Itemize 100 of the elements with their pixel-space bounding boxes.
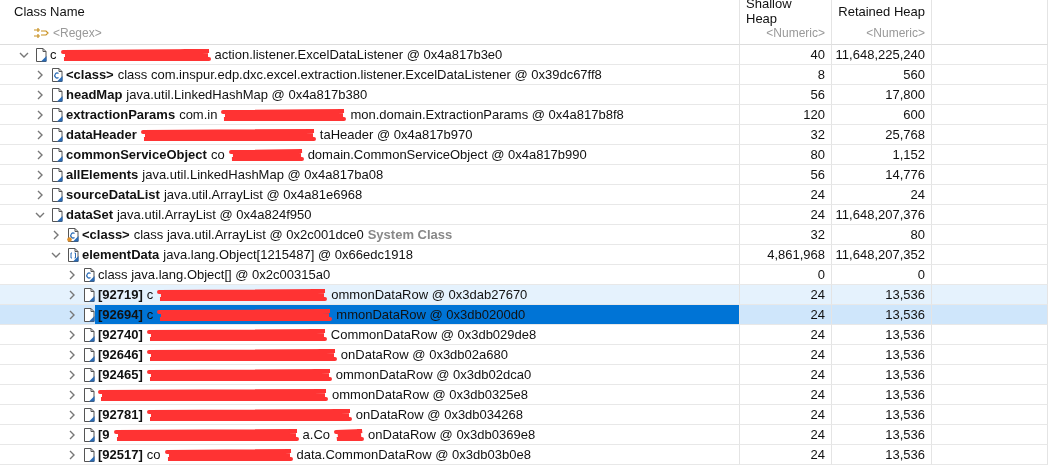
shallow-heap-cell: 120 bbox=[740, 105, 832, 125]
shallow-heap-cell: 24 bbox=[740, 385, 832, 405]
shallow-heap-cell: 24 bbox=[740, 445, 832, 465]
field-name: dataSet bbox=[66, 207, 113, 222]
field-name: [92719] bbox=[98, 287, 143, 302]
tree-row[interactable]: [92517] co data.CommonDataRow @ 0x3db03b0e8 bbox=[0, 445, 740, 465]
retained-heap-cell: 11,648,207,376 bbox=[832, 205, 932, 225]
tree-row[interactable]: <class> class com.inspur.edp.dxc.excel.extraction.listener.ExcelDataListener @ 0x39dc67ff8 bbox=[0, 65, 740, 85]
tree-row[interactable]: [92781] onDataRow @ 0x3db034268 bbox=[0, 405, 740, 425]
object-text: co bbox=[210, 147, 225, 162]
expand-chevron-icon[interactable] bbox=[67, 309, 77, 320]
document-icon bbox=[83, 367, 95, 382]
tree-row[interactable]: [92465] ommonDataRow @ 0x3db02dca0 bbox=[0, 365, 740, 385]
object-text: com.in bbox=[179, 107, 218, 122]
object-text: onDataRow @ 0x3db02a680 bbox=[340, 347, 508, 362]
expand-chevron-icon[interactable] bbox=[67, 289, 77, 300]
retained-heap-cell: 13,536 bbox=[832, 285, 932, 305]
object-text: java.util.LinkedHashMap @ 0x4a817ba08 bbox=[142, 167, 384, 182]
shallow-heap-cell: 24 bbox=[740, 365, 832, 385]
field-name: [92740] bbox=[98, 327, 143, 342]
tree-row[interactable]: elementData java.lang.Object[1215487] @ 0x66edc1918 bbox=[0, 245, 740, 265]
class-icon bbox=[51, 67, 63, 82]
field-name: commonServiceObject bbox=[66, 147, 207, 162]
expand-chevron-icon[interactable] bbox=[35, 169, 45, 180]
object-text: class com.inspur.edp.dxc.excel.extraction.listener.ExcelDataListener @ 0x39dc67ff8 bbox=[117, 67, 602, 82]
tree-row[interactable]: dataHeader taHeader @ 0x4a817b970 bbox=[0, 125, 740, 145]
tree-row[interactable]: <class> class java.util.ArrayList @ 0x2c001dce0 System Class bbox=[0, 225, 740, 245]
shallow-heap-cell: 24 bbox=[740, 405, 832, 425]
expand-chevron-icon[interactable] bbox=[67, 389, 77, 400]
field-name: [92465] bbox=[98, 367, 143, 382]
retained-heap-cell: 13,536 bbox=[832, 385, 932, 405]
expand-chevron-icon[interactable] bbox=[67, 449, 77, 460]
expand-chevron-icon[interactable] bbox=[35, 69, 45, 80]
expand-chevron-icon[interactable] bbox=[35, 129, 45, 140]
field-name: <class> bbox=[66, 67, 114, 82]
expand-chevron-icon[interactable] bbox=[67, 349, 77, 360]
shallow-heap-cell: 32 bbox=[740, 225, 832, 245]
expand-chevron-icon[interactable] bbox=[67, 329, 77, 340]
shallow-heap-cell: 80 bbox=[740, 145, 832, 165]
column-header[interactable]: Retained Heap bbox=[832, 0, 932, 22]
expand-chevron-icon[interactable] bbox=[35, 89, 45, 100]
retained-heap-cell: 13,536 bbox=[832, 365, 932, 385]
filter-icon bbox=[33, 26, 49, 40]
expand-chevron-icon[interactable] bbox=[67, 269, 77, 280]
object-text: taHeader @ 0x4a817b970 bbox=[319, 127, 473, 142]
tree-row[interactable]: dataSet java.util.ArrayList @ 0x4a824f950 bbox=[0, 205, 740, 225]
column-header[interactable]: Class Name bbox=[0, 0, 740, 22]
shallow-heap-cell: 24 bbox=[740, 285, 832, 305]
retained-heap-cell: 13,536 bbox=[832, 305, 932, 325]
class-icon bbox=[67, 227, 79, 242]
object-text: mmonDataRow @ 0x3db0200d0 bbox=[336, 307, 526, 322]
tree-row[interactable]: class java.lang.Object[] @ 0x2c00315a0 bbox=[0, 265, 740, 285]
expand-chevron-icon[interactable] bbox=[35, 149, 45, 160]
retained-heap-cell: 11,648,225,240 bbox=[832, 45, 932, 65]
tree-row[interactable]: [92646] onDataRow @ 0x3db02a680 bbox=[0, 345, 740, 365]
document-icon bbox=[51, 87, 63, 102]
object-text: ommonDataRow @ 0x3db0325e8 bbox=[332, 387, 529, 402]
tree-row[interactable]: [92719] c ommonDataRow @ 0x3dab27670 bbox=[0, 285, 740, 305]
document-icon bbox=[83, 447, 95, 462]
expand-chevron-icon[interactable] bbox=[51, 229, 61, 240]
retained-heap-cell: 80 bbox=[832, 225, 932, 245]
shallow-heap-cell: 24 bbox=[740, 205, 832, 225]
class-icon bbox=[83, 267, 95, 282]
tree-row[interactable]: headMap java.util.LinkedHashMap @ 0x4a817b380 bbox=[0, 85, 740, 105]
object-text: CommonDataRow @ 0x3db029de8 bbox=[330, 327, 537, 342]
tree-row[interactable]: ommonDataRow @ 0x3db0325e8 bbox=[0, 385, 740, 405]
shallow-heap-cell: 8 bbox=[740, 65, 832, 85]
expand-chevron-icon[interactable] bbox=[67, 429, 77, 440]
expand-chevron-icon[interactable] bbox=[67, 369, 77, 380]
shallow-heap-cell: 32 bbox=[740, 125, 832, 145]
retained-heap-cell: 0 bbox=[832, 265, 932, 285]
expand-chevron-icon[interactable] bbox=[35, 109, 45, 120]
field-name: allElements bbox=[66, 167, 139, 182]
expand-chevron-icon[interactable] bbox=[67, 409, 77, 420]
field-name: [92694] bbox=[98, 307, 143, 322]
document-icon bbox=[51, 147, 63, 162]
object-text: data.CommonDataRow @ 0x3db03b0e8 bbox=[296, 447, 531, 462]
object-text: mon.domain.ExtractionParams @ 0x4a817b8f8 bbox=[350, 107, 624, 122]
object-text: action.listener.ExcelDataListener @ 0x4a817b3e0 bbox=[214, 47, 503, 62]
tree-row[interactable]: commonServiceObject co domain.CommonServiceObject @ 0x4a817b990 bbox=[0, 145, 740, 165]
field-name: extractionParams bbox=[66, 107, 176, 122]
tree-row[interactable]: [92694] c mmonDataRow @ 0x3db0200d0 bbox=[0, 305, 740, 325]
document-icon bbox=[35, 47, 47, 62]
document-icon bbox=[51, 207, 63, 222]
tree-row[interactable]: c action.listener.ExcelDataListener @ 0x4a817b3e0 bbox=[0, 45, 740, 65]
tree-row[interactable]: sourceDataList java.util.ArrayList @ 0x4a81e6968 bbox=[0, 185, 740, 205]
expand-chevron-icon[interactable] bbox=[35, 189, 45, 200]
tree-row[interactable]: [9 a.Co onDataRow @ 0x3db0369e8 bbox=[0, 425, 740, 445]
tree-row[interactable]: [92740] CommonDataRow @ 0x3db029de8 bbox=[0, 325, 740, 345]
tree-row[interactable]: extractionParams com.in mon.domain.ExtractionParams @ 0x4a817b8f8 bbox=[0, 105, 740, 125]
retained-heap-cell: 1,152 bbox=[832, 145, 932, 165]
retained-heap-cell: 13,536 bbox=[832, 445, 932, 465]
tree-row[interactable]: allElements java.util.LinkedHashMap @ 0x4a817ba08 bbox=[0, 165, 740, 185]
retained-heap-cell: 13,536 bbox=[832, 425, 932, 445]
field-name: headMap bbox=[66, 87, 123, 102]
shallow-heap-cell: 0 bbox=[740, 265, 832, 285]
field-name: [9 bbox=[98, 427, 110, 442]
retained-heap-cell: 11,648,207,352 bbox=[832, 245, 932, 265]
document-icon bbox=[51, 107, 63, 122]
document-icon bbox=[83, 327, 95, 342]
